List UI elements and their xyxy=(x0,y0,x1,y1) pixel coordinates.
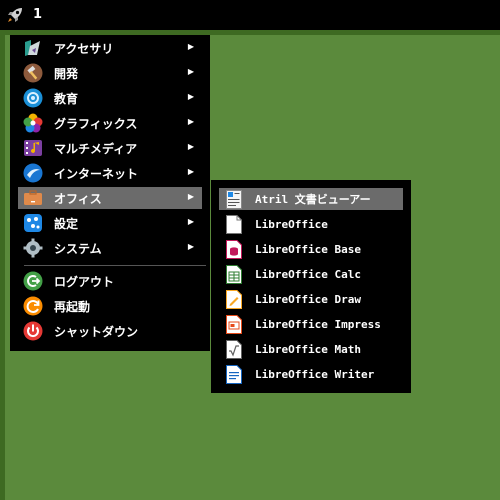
office-briefcase-icon xyxy=(24,190,42,205)
top-panel: 1 xyxy=(0,0,500,35)
menu-item-label: グラフィックス xyxy=(54,116,138,131)
menu-item-label: ログアウト xyxy=(54,274,115,289)
submenu-item-libreoffice-draw[interactable]: LibreOffice Draw xyxy=(219,288,403,310)
submenu-item-libreoffice-writer[interactable]: LibreOffice Writer xyxy=(219,363,403,385)
application-menu: アクセサリ ▶ 開発 ▶ 教育 ▶ グラフィックス ▶ マルチメディア ▶ イン… xyxy=(10,35,210,351)
menu-item-reboot[interactable]: 再起動 xyxy=(18,295,202,317)
menu-item-education[interactable]: 教育 ▶ xyxy=(18,87,202,109)
menu-item-label: システム xyxy=(54,241,102,256)
reboot-icon xyxy=(23,296,43,316)
education-icon xyxy=(23,88,43,108)
submenu-item-label: LibreOffice Calc xyxy=(255,267,361,281)
desktop-edge xyxy=(0,35,5,500)
submenu-arrow-icon: ▶ xyxy=(187,167,194,176)
libreoffice-writer-icon xyxy=(226,364,242,384)
rocket-icon[interactable] xyxy=(5,5,25,25)
menu-item-label: 開発 xyxy=(54,66,79,81)
menu-item-label: シャットダウン xyxy=(54,324,139,339)
menu-item-label: オフィス xyxy=(54,191,102,206)
atril-document-viewer-icon xyxy=(226,189,242,209)
menu-item-graphics[interactable]: グラフィックス ▶ xyxy=(18,112,202,134)
submenu-arrow-icon: ▶ xyxy=(187,192,194,201)
submenu-arrow-icon: ▶ xyxy=(187,42,194,51)
office-submenu: Atril 文書ビューアー LibreOffice LibreOffice Ba… xyxy=(211,180,411,393)
submenu-item-libreoffice-base[interactable]: LibreOffice Base xyxy=(219,238,403,260)
libreoffice-math-icon xyxy=(226,339,242,359)
menu-item-system[interactable]: システム ▶ xyxy=(18,237,202,259)
submenu-arrow-icon: ▶ xyxy=(187,117,194,126)
menu-item-logout[interactable]: ログアウト xyxy=(18,270,202,292)
accessories-icon xyxy=(25,40,40,56)
submenu-item-label: LibreOffice Writer xyxy=(255,367,375,381)
graphics-flower-icon xyxy=(23,113,43,133)
submenu-item-atril[interactable]: Atril 文書ビューアー xyxy=(219,188,403,210)
libreoffice-calc-icon xyxy=(226,264,242,284)
menu-item-settings[interactable]: 設定 ▶ xyxy=(18,212,202,234)
submenu-item-libreoffice[interactable]: LibreOffice xyxy=(219,213,403,235)
libreoffice-base-icon xyxy=(226,239,242,259)
submenu-item-label: LibreOffice Base xyxy=(255,242,361,256)
submenu-arrow-icon: ▶ xyxy=(187,217,194,226)
menu-item-office[interactable]: オフィス ▶ xyxy=(18,187,202,209)
submenu-item-label: LibreOffice Impress xyxy=(255,317,381,331)
submenu-arrow-icon: ▶ xyxy=(187,142,194,151)
development-hammer-icon xyxy=(23,63,43,83)
menu-item-label: インターネット xyxy=(54,166,139,181)
submenu-item-libreoffice-math[interactable]: LibreOffice Math xyxy=(219,338,403,360)
menu-separator xyxy=(24,265,206,266)
menu-item-internet[interactable]: インターネット ▶ xyxy=(18,162,202,184)
submenu-item-label: LibreOffice Math xyxy=(255,342,361,356)
menu-item-development[interactable]: 開発 ▶ xyxy=(18,62,202,84)
submenu-item-label: Atril 文書ビューアー xyxy=(255,193,371,206)
submenu-item-libreoffice-calc[interactable]: LibreOffice Calc xyxy=(219,263,403,285)
submenu-arrow-icon: ▶ xyxy=(187,242,194,251)
menu-item-label: アクセサリ xyxy=(54,41,114,56)
submenu-arrow-icon: ▶ xyxy=(187,67,194,76)
system-gear-icon xyxy=(23,238,43,258)
submenu-item-label: LibreOffice xyxy=(255,217,328,231)
libreoffice-impress-icon xyxy=(226,314,242,334)
libreoffice-draw-icon xyxy=(226,289,242,309)
libreoffice-icon xyxy=(226,214,242,234)
menu-item-accessories[interactable]: アクセサリ ▶ xyxy=(18,37,202,59)
submenu-arrow-icon: ▶ xyxy=(187,92,194,101)
menu-item-multimedia[interactable]: マルチメディア ▶ xyxy=(18,137,202,159)
internet-globe-icon xyxy=(23,163,43,183)
logout-icon xyxy=(23,271,43,291)
menu-item-label: マルチメディア xyxy=(54,141,138,156)
shutdown-icon xyxy=(23,321,43,341)
submenu-item-label: LibreOffice Draw xyxy=(255,292,361,306)
multimedia-icon xyxy=(24,140,42,156)
menu-item-label: 教育 xyxy=(54,91,79,106)
menu-item-label: 再起動 xyxy=(54,299,91,314)
menu-item-shutdown[interactable]: シャットダウン xyxy=(18,320,202,342)
workspace-indicator[interactable]: 1 xyxy=(33,7,42,22)
submenu-item-libreoffice-impress[interactable]: LibreOffice Impress xyxy=(219,313,403,335)
settings-icon xyxy=(24,214,42,232)
menu-item-label: 設定 xyxy=(54,216,79,231)
